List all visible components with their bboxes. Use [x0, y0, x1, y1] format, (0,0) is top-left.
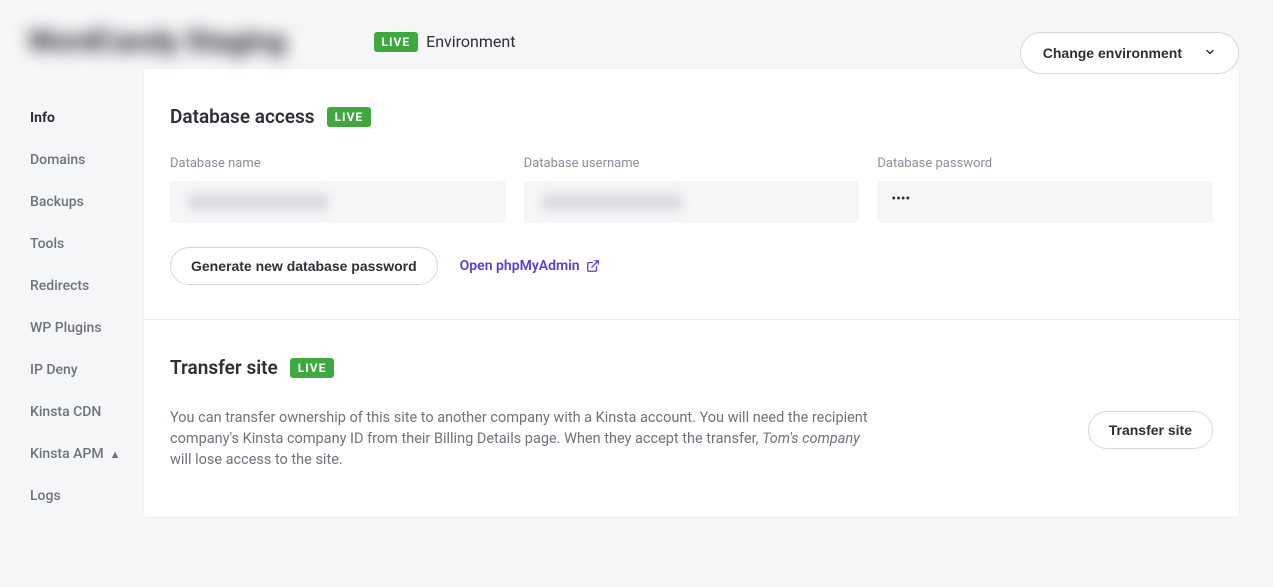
sidebar-item-info[interactable]: Info: [30, 97, 144, 139]
environment-label: Environment: [426, 32, 515, 51]
sidebar-item-label: WP Plugins: [30, 320, 102, 336]
environment-indicator: LIVE Environment: [374, 32, 516, 52]
site-title: WordCandy Staging: [28, 24, 286, 59]
live-badge: LIVE: [290, 358, 335, 378]
database-access-panel: Database access LIVE Database name Datab…: [144, 69, 1239, 320]
panel-title: Transfer site: [170, 356, 278, 379]
db-username-field[interactable]: [524, 181, 860, 223]
change-environment-button[interactable]: Change environment: [1020, 32, 1239, 74]
chevron-down-icon: [1204, 45, 1216, 61]
sidebar-item-logs[interactable]: Logs: [30, 475, 144, 517]
sidebar-item-label: Info: [30, 110, 55, 126]
sidebar-item-kinsta-cdn[interactable]: Kinsta CDN: [30, 391, 144, 433]
db-password-label: Database password: [877, 156, 1213, 171]
live-badge: LIVE: [374, 32, 419, 52]
open-phpmyadmin-link[interactable]: Open phpMyAdmin: [460, 258, 600, 274]
sidebar: Info Domains Backups Tools Redirects WP …: [0, 69, 144, 517]
sidebar-item-label: Kinsta CDN: [30, 404, 101, 420]
transfer-site-panel: Transfer site LIVE You can transfer owne…: [144, 320, 1239, 504]
desc-text: will lose access to the site.: [170, 451, 343, 468]
main-content: Database access LIVE Database name Datab…: [144, 69, 1239, 517]
desc-company-name: Tom's company: [762, 430, 860, 447]
sidebar-item-ip-deny[interactable]: IP Deny: [30, 349, 144, 391]
sidebar-item-label: IP Deny: [30, 362, 78, 378]
panel-title: Database access: [170, 105, 315, 128]
transfer-description: You can transfer ownership of this site …: [170, 407, 870, 470]
sidebar-item-redirects[interactable]: Redirects: [30, 265, 144, 307]
change-environment-label: Change environment: [1043, 45, 1182, 61]
link-label: Open phpMyAdmin: [460, 258, 580, 274]
transfer-site-button[interactable]: Transfer site: [1088, 411, 1213, 449]
sidebar-item-label: Kinsta APM: [30, 446, 104, 462]
sidebar-item-wp-plugins[interactable]: WP Plugins: [30, 307, 144, 349]
sidebar-item-label: Redirects: [30, 278, 89, 294]
sidebar-item-label: Logs: [30, 488, 61, 504]
db-name-field[interactable]: [170, 181, 506, 223]
sidebar-item-label: Domains: [30, 152, 85, 168]
sidebar-item-kinsta-apm[interactable]: Kinsta APM ▲: [30, 433, 144, 475]
live-badge: LIVE: [327, 107, 372, 127]
db-name-label: Database name: [170, 156, 506, 171]
sidebar-item-domains[interactable]: Domains: [30, 139, 144, 181]
sidebar-item-label: Tools: [30, 236, 64, 252]
sidebar-item-label: Backups: [30, 194, 84, 210]
sidebar-item-tools[interactable]: Tools: [30, 223, 144, 265]
triangle-up-icon: ▲: [110, 448, 121, 461]
sidebar-item-backups[interactable]: Backups: [30, 181, 144, 223]
db-password-field[interactable]: ••••: [877, 181, 1213, 223]
generate-password-button[interactable]: Generate new database password: [170, 247, 438, 285]
db-username-label: Database username: [524, 156, 860, 171]
external-link-icon: [586, 259, 600, 273]
